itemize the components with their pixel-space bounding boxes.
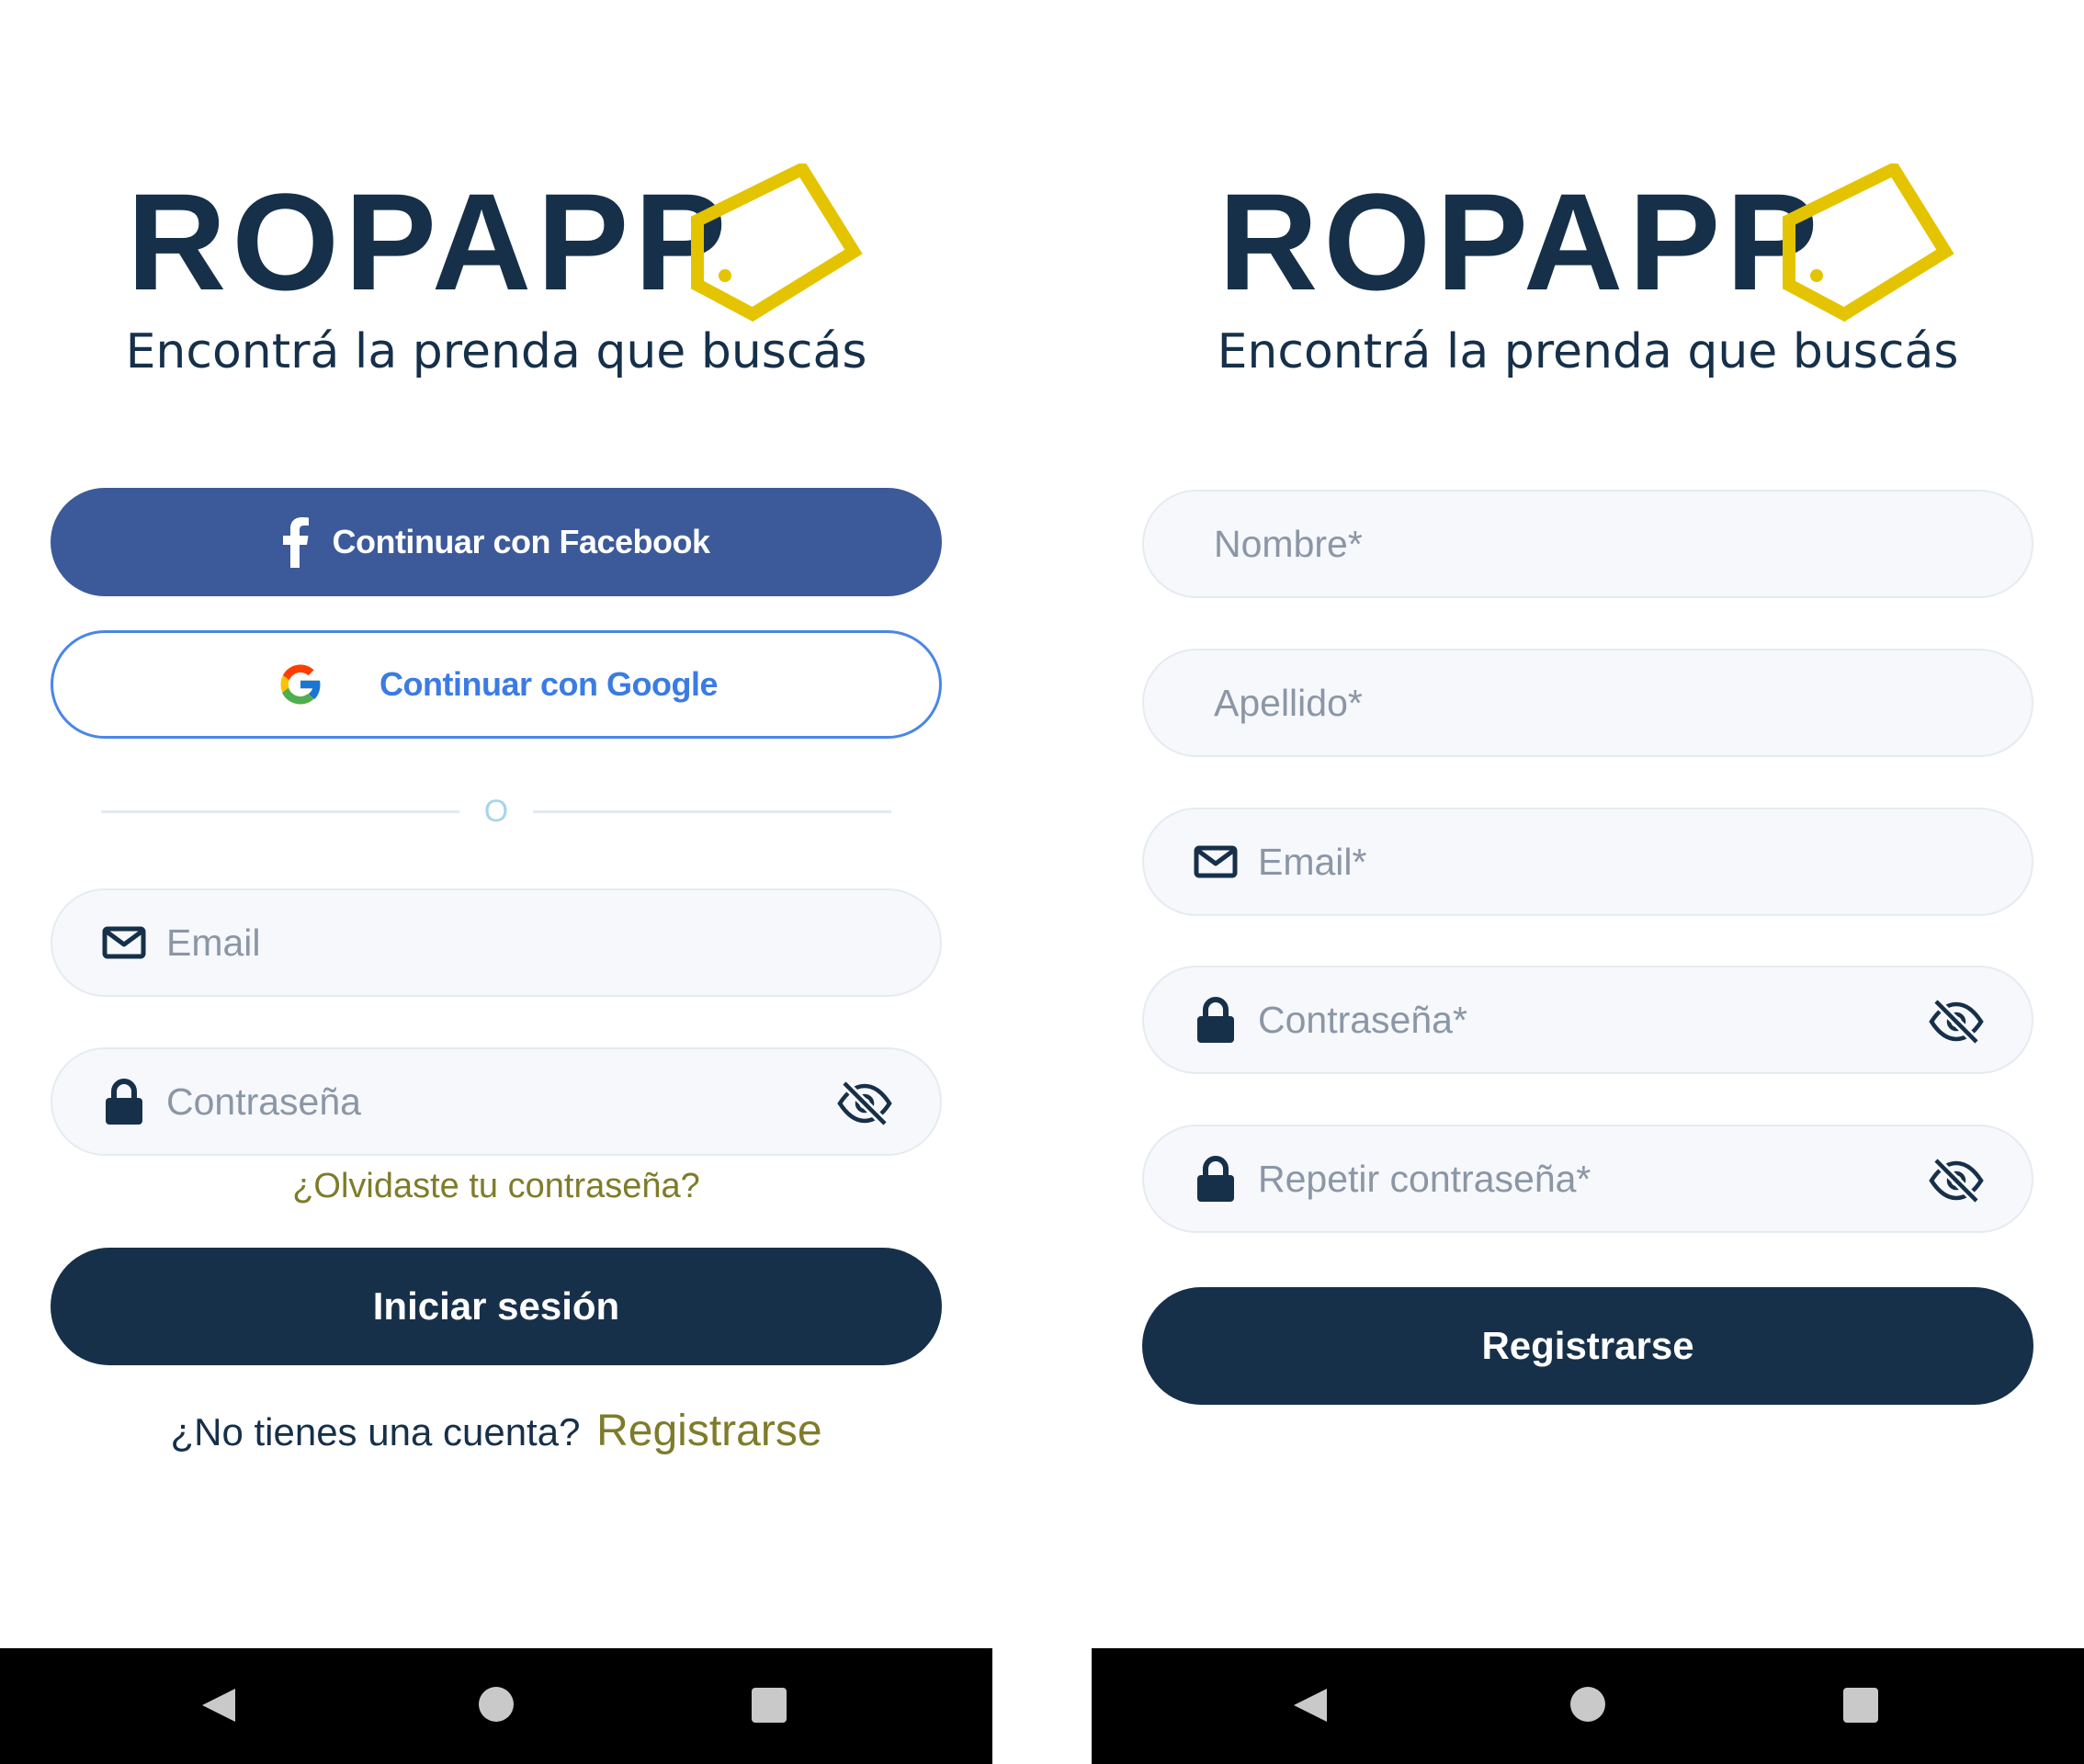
lock-icon <box>102 1079 146 1125</box>
email-input[interactable]: Email* <box>1142 808 2033 916</box>
logo-tagline: Encontrá la prenda que buscás <box>1217 324 1959 379</box>
first-name-placeholder: Nombre* <box>1214 522 1363 565</box>
app-logo: ROPAPP Encontrá la prenda que buscás <box>1092 164 2084 402</box>
lock-icon <box>1194 1156 1238 1202</box>
password-input[interactable]: Contraseña* <box>1142 966 2033 1074</box>
eye-off-icon[interactable] <box>1929 998 1984 1046</box>
continue-google-button[interactable]: Continuar con Google <box>51 630 942 739</box>
register-link[interactable]: Registrarse <box>596 1407 821 1455</box>
divider-or-text: O <box>483 794 509 829</box>
continue-facebook-button[interactable]: Continuar con Facebook <box>51 488 942 596</box>
square-recent-icon[interactable] <box>1843 1688 1878 1723</box>
last-name-placeholder: Apellido* <box>1214 681 1363 724</box>
triangle-back-icon[interactable] <box>1292 1687 1329 1724</box>
email-placeholder: Email* <box>1258 840 1367 883</box>
android-nav-bar <box>1092 1648 2084 1764</box>
facebook-button-label: Continuar con Facebook <box>332 523 710 560</box>
register-screen: ROPAPP Encontrá la prenda que buscás Nom… <box>1092 0 2084 1764</box>
password-placeholder: Contraseña* <box>1258 998 1467 1041</box>
login-screen: ROPAPP Encontrá la prenda que buscás Con… <box>0 0 992 1764</box>
eye-off-icon[interactable] <box>837 1080 892 1127</box>
google-g-icon <box>280 664 322 705</box>
password-placeholder: Contraseña <box>166 1080 361 1123</box>
last-name-input[interactable]: Apellido* <box>1142 649 2033 757</box>
android-nav-bar <box>0 1648 992 1764</box>
circle-home-icon[interactable] <box>479 1687 514 1722</box>
circle-home-icon[interactable] <box>1570 1687 1605 1722</box>
lock-icon <box>1194 997 1238 1043</box>
eye-off-icon[interactable] <box>1929 1157 1984 1204</box>
password-input[interactable]: Contraseña <box>51 1047 942 1156</box>
square-recent-icon[interactable] <box>752 1688 787 1723</box>
google-button-label: Continuar con Google <box>379 665 718 703</box>
repeat-password-input[interactable]: Repetir contraseña* <box>1142 1125 2033 1233</box>
app-logo: ROPAPP Encontrá la prenda que buscás <box>0 164 992 402</box>
envelope-icon <box>102 921 146 965</box>
triangle-back-icon[interactable] <box>200 1687 237 1724</box>
envelope-icon <box>1194 840 1238 884</box>
register-button[interactable]: Registrarse <box>1142 1287 2033 1405</box>
or-divider: O <box>101 794 891 829</box>
price-tag-icon <box>1783 164 1954 322</box>
price-tag-icon <box>691 164 863 322</box>
forgot-password-link[interactable]: ¿Olvidaste tu contraseña? <box>0 1167 992 1206</box>
first-name-input[interactable]: Nombre* <box>1142 490 2033 598</box>
no-account-text: ¿No tienes una cuenta? <box>170 1410 581 1453</box>
facebook-f-icon <box>283 517 310 568</box>
signup-prompt: ¿No tienes una cuenta? Registrarse <box>0 1406 992 1456</box>
logo-wordmark: ROPAPP <box>1218 164 1824 319</box>
repeat-password-placeholder: Repetir contraseña* <box>1258 1157 1591 1200</box>
login-button[interactable]: Iniciar sesión <box>51 1248 942 1365</box>
email-input[interactable]: Email <box>51 888 942 997</box>
email-placeholder: Email <box>166 921 261 964</box>
logo-wordmark: ROPAPP <box>127 164 732 319</box>
logo-tagline: Encontrá la prenda que buscás <box>125 324 867 379</box>
